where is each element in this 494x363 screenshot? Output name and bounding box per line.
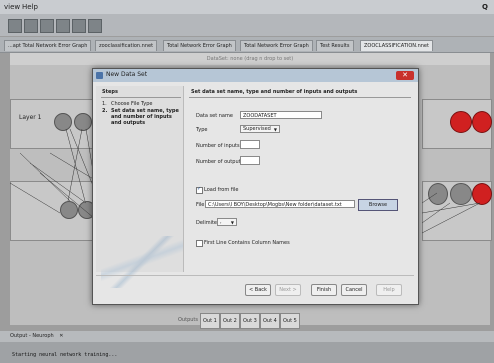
new-project-icon[interactable] (24, 19, 38, 33)
step-number: 2. (102, 108, 108, 114)
open-icon[interactable] (40, 19, 54, 33)
first-line-column-names-label[interactable]: First Line Contains Column Names (204, 240, 290, 246)
tab-zooclassification-active[interactable]: ZOOCLASSIFICATION.nnet (360, 40, 433, 51)
step-number: 1. (102, 101, 107, 107)
tab-total-network-error-graph-2[interactable]: Total Network Error Graph (163, 40, 236, 51)
output-chip[interactable]: Out 4 (260, 313, 280, 329)
console-line: Starting neural network training... (12, 352, 118, 358)
editor-tab-bar: ...apt Total Network Error Graph zooclas… (0, 37, 494, 53)
tab-total-network-error-graph-3[interactable]: Total Network Error Graph (240, 40, 313, 51)
divider (96, 275, 414, 276)
step-item: 1. Choose File Type (102, 101, 182, 107)
type-select-value: Supervised (243, 126, 271, 132)
next-button[interactable]: Next > (275, 284, 301, 296)
output-chip[interactable]: Out 2 (220, 313, 240, 329)
load-from-file-checkbox[interactable] (196, 186, 203, 194)
number-of-outputs-input[interactable] (240, 156, 260, 165)
back-button[interactable]: < Back (245, 284, 271, 296)
file-path-input[interactable]: C:\Users\I BOY\Desktop\Mogbs\New folder\… (205, 200, 355, 208)
divider (189, 97, 411, 98)
output-panel: Starting neural network training... (0, 342, 494, 363)
chevron-down-icon: ▼ (273, 127, 277, 132)
output-panel-header: Output - Neuroph ✕ (0, 331, 494, 342)
tab-zooclassification[interactable]: zooclassification.nnet (95, 40, 158, 51)
load-from-file-label[interactable]: Load from file (204, 187, 238, 193)
step-text: Choose File Type (111, 101, 153, 107)
output-chip[interactable]: Out 3 (240, 313, 260, 329)
type-label: Type (196, 127, 208, 133)
dialog-title: New Data Set (106, 71, 148, 78)
step-item-current: 2. Set data set name, type and number of … (102, 108, 182, 126)
undo-icon[interactable] (88, 19, 102, 33)
chevron-down-icon: ▼ (230, 220, 234, 225)
dataset-name-label: Data set name (196, 113, 233, 119)
steps-title: Steps (102, 89, 118, 95)
save-icon[interactable] (56, 19, 70, 33)
number-of-inputs-label: Number of inputs (196, 143, 240, 149)
delimiter-select-value: , (220, 219, 222, 225)
number-of-outputs-label: Number of outputs (196, 159, 244, 165)
output-chip[interactable]: Out 5 (280, 313, 300, 329)
content-title: Set data set name, type and number of in… (191, 89, 358, 95)
app-icon (96, 72, 103, 79)
dialog-titlebar[interactable]: New Data Set ✕ (93, 69, 418, 82)
dataset-name-input[interactable]: ZOODATASET (240, 111, 322, 119)
menu-item-view[interactable]: view (4, 3, 20, 11)
cut-icon[interactable] (72, 19, 86, 33)
divider (101, 97, 181, 98)
wizard-decoration (101, 236, 183, 288)
finish-button[interactable]: Finish (311, 284, 337, 296)
tab-total-network-error-graph-1[interactable]: ...apt Total Network Error Graph (4, 40, 92, 51)
outputs-label: Outputs (178, 317, 198, 323)
new-data-set-dialog: New Data Set ✕ Steps 1. Choose File Type … (92, 68, 419, 305)
new-file-icon[interactable] (8, 19, 22, 33)
delimiter-select[interactable]: , ▼ (217, 218, 237, 226)
delimiter-label: Delimiter (196, 220, 220, 226)
cancel-button[interactable]: Cancel (341, 284, 367, 296)
toolbar (0, 14, 494, 36)
close-button[interactable]: ✕ (396, 71, 414, 80)
tab-test-results[interactable]: Test Results (316, 40, 354, 51)
close-icon[interactable]: ✕ (59, 333, 63, 339)
step-text: Set data set name, type and number of in… (111, 108, 179, 126)
browse-button[interactable]: Browse (358, 199, 398, 211)
steps-panel: Steps 1. Choose File Type 2. Set data set … (96, 86, 184, 288)
number-of-inputs-input[interactable] (240, 140, 260, 149)
type-select[interactable]: Supervised ▼ (240, 125, 280, 133)
help-button[interactable]: Help (376, 284, 402, 296)
output-chip[interactable]: Out 1 (200, 313, 220, 329)
output-panel-title[interactable]: Output - Neuroph (10, 333, 54, 339)
search-icon[interactable]: Q (482, 3, 488, 11)
menu-bar: view Help Q (0, 0, 494, 14)
first-line-column-names-checkbox[interactable] (196, 240, 203, 247)
menu-item-help[interactable]: Help (22, 3, 38, 11)
